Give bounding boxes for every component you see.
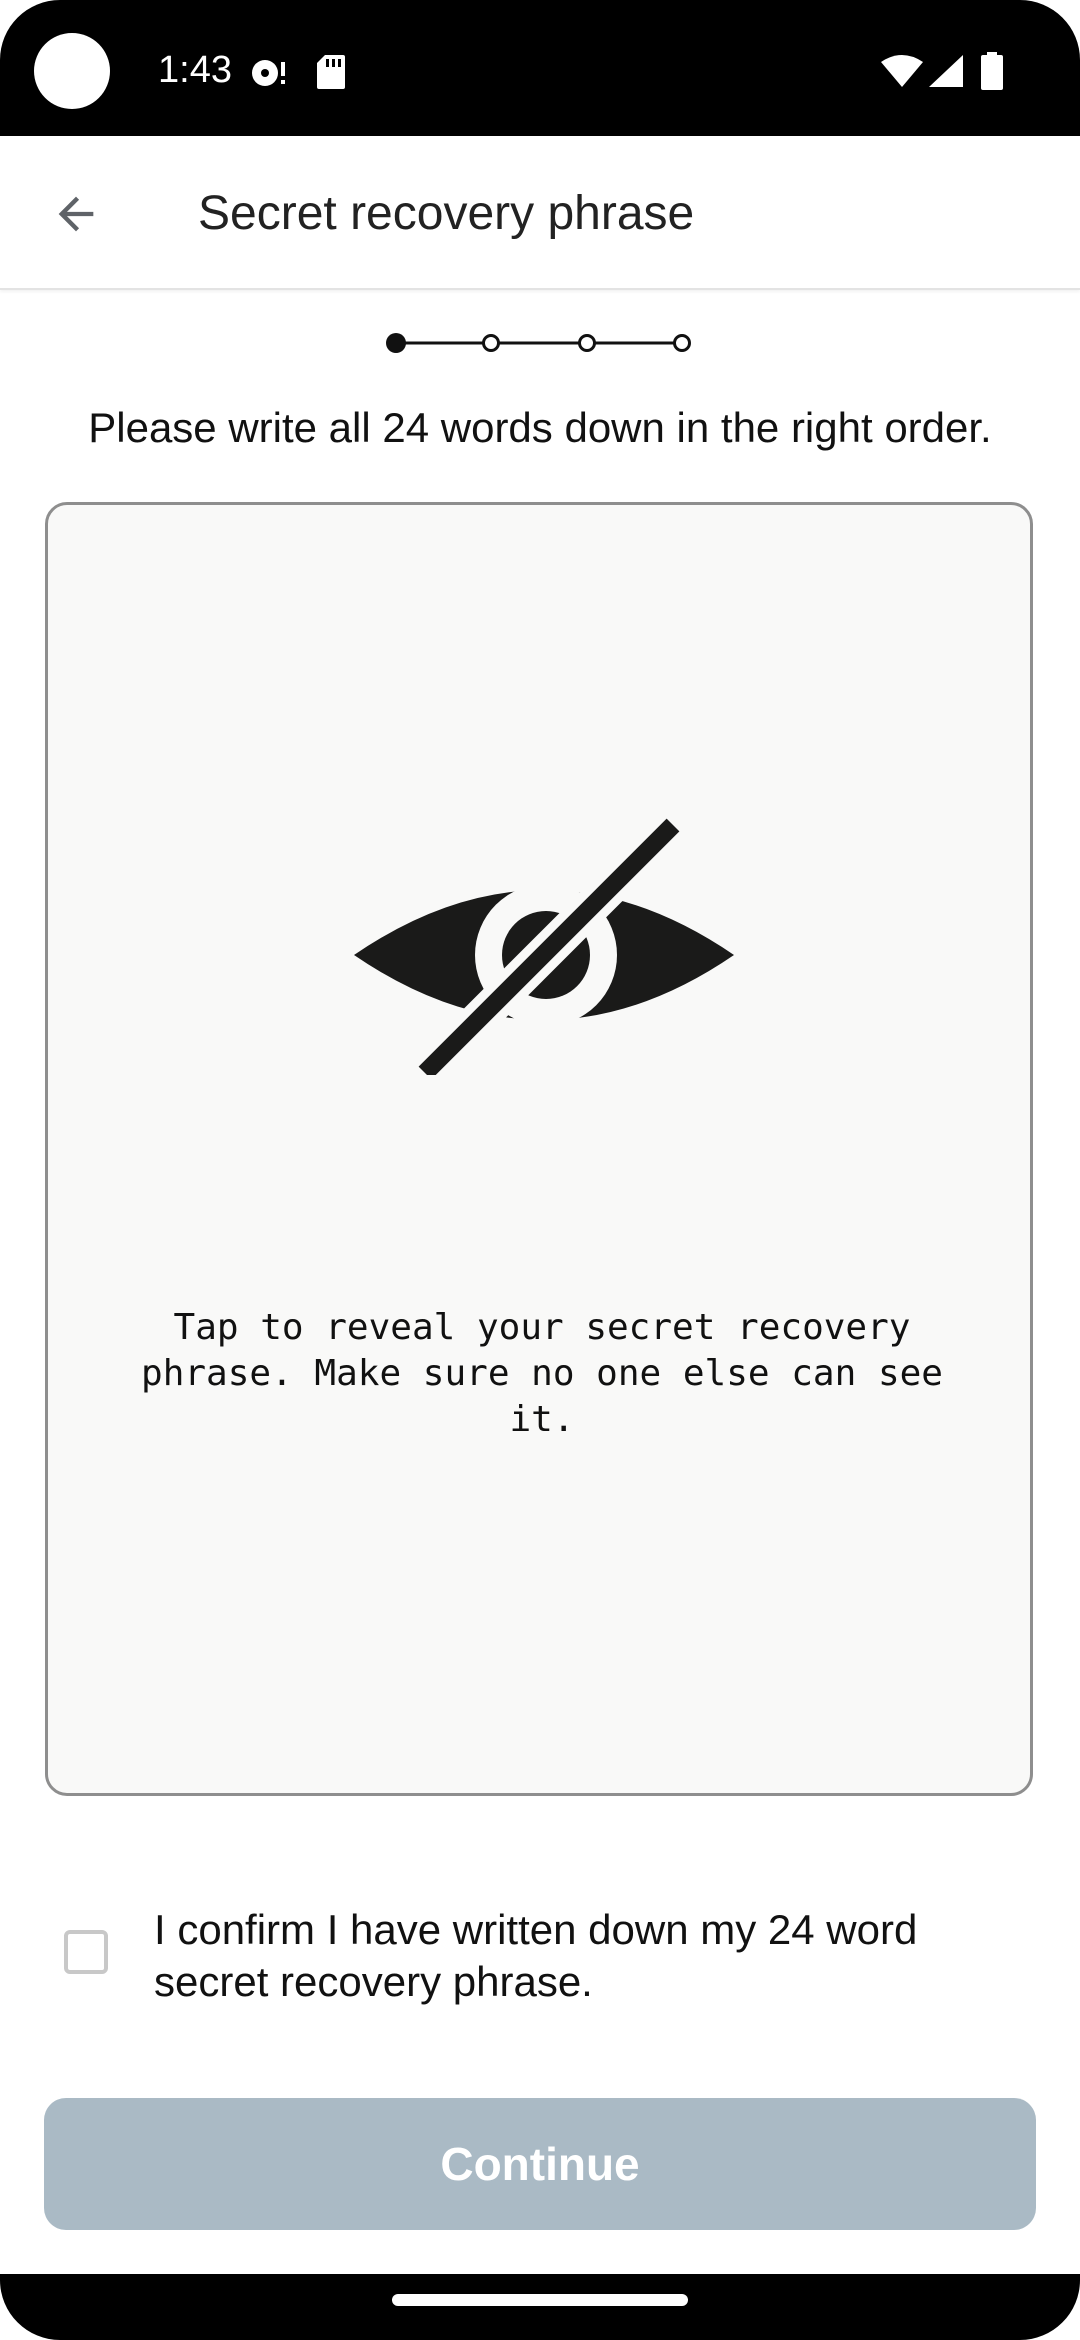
instruction-text: Please write all 24 words down in the ri… — [88, 404, 992, 451]
step-dot-2 — [482, 334, 500, 352]
battery-icon — [981, 52, 1003, 90]
step-dot-3 — [578, 334, 596, 352]
signal-icon — [929, 55, 963, 87]
page-title: Secret recovery phrase — [198, 187, 695, 240]
app-bar: Secret recovery phrase — [0, 136, 1080, 290]
eye-off-icon — [354, 815, 734, 1075]
home-gesture-handle[interactable] — [392, 2294, 688, 2306]
progress-stepper — [386, 333, 691, 353]
arrow-left-icon — [58, 196, 94, 232]
navigation-bar — [0, 2274, 1080, 2340]
confirm-checkbox[interactable] — [64, 1930, 108, 1974]
step-dot-4 — [673, 334, 691, 352]
reveal-instruction-text: Tap to reveal your secret recovery phras… — [141, 1307, 943, 1440]
back-button[interactable] — [36, 174, 116, 254]
confirm-written-checkbox-row[interactable]: I confirm I have written down my 24 word… — [60, 1904, 1020, 2014]
camera-hole — [34, 33, 110, 109]
wifi-icon — [881, 55, 923, 87]
status-time: 1:43 — [158, 49, 232, 91]
media-icon — [252, 60, 285, 86]
screen: 1:43 Secret recovery phrase Please write… — [0, 0, 1080, 2340]
step-dot-1-active — [386, 333, 406, 353]
sd-card-icon — [317, 55, 345, 89]
reveal-phrase-card[interactable]: Tap to reveal your secret recovery phras… — [45, 502, 1033, 1796]
continue-button[interactable]: Continue — [44, 2098, 1036, 2230]
confirm-label: I confirm I have written down my 24 word… — [154, 1906, 918, 2005]
status-bar: 1:43 — [0, 0, 1080, 136]
